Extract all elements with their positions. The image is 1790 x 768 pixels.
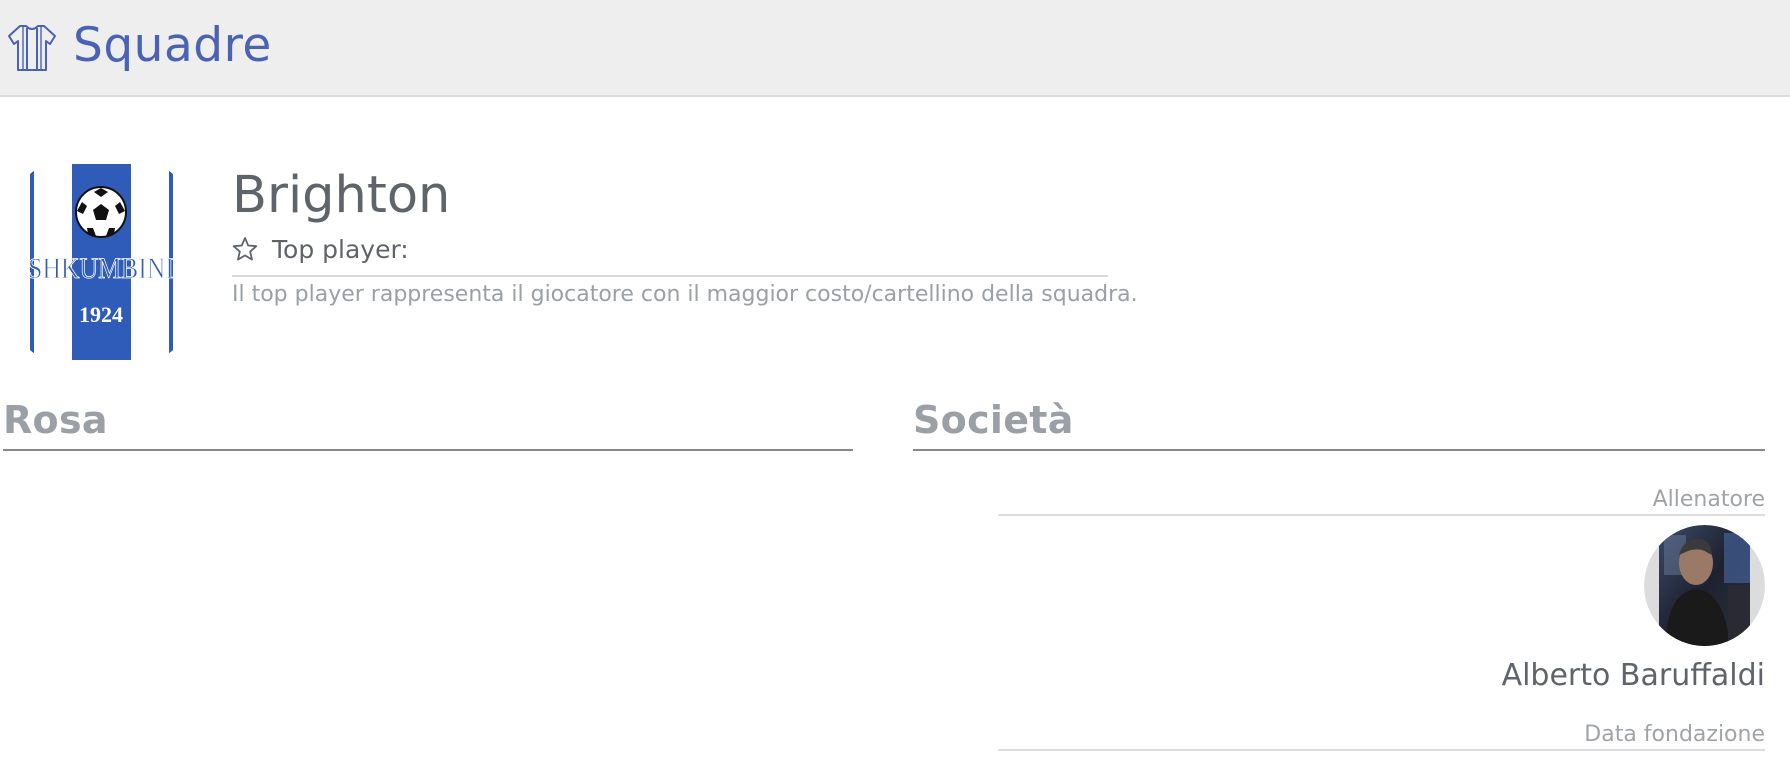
coach-label: Allenatore <box>1652 487 1765 512</box>
founded-divider <box>998 749 1765 751</box>
section-title-societa: Società <box>913 398 1074 442</box>
soccer-ball-icon <box>75 186 127 238</box>
svg-text:SHKUMBINI: SHKUMBINI <box>28 252 174 285</box>
top-player: Top player: <box>232 232 409 266</box>
section-divider-rosa <box>3 449 853 451</box>
team-logo: SHKUMBINI 1924 <box>24 164 179 360</box>
top-player-label: Top player: <box>272 234 409 264</box>
coach-divider <box>998 514 1765 516</box>
jersey-icon <box>8 25 56 71</box>
top-bar: Squadre <box>0 0 1790 97</box>
divider <box>232 275 1108 277</box>
coach-avatar <box>1644 525 1765 646</box>
section-title-rosa: Rosa <box>3 398 108 442</box>
page-title: Squadre <box>73 18 272 73</box>
section-divider-societa <box>913 449 1765 451</box>
founded-label: Data fondazione <box>1584 722 1765 747</box>
star-outline-icon <box>232 237 258 261</box>
svg-text:1924: 1924 <box>79 302 123 327</box>
team-name: Brighton <box>232 166 451 225</box>
top-player-note: Il top player rappresenta il giocatore c… <box>232 282 1138 307</box>
coach-name: Alberto Baruffaldi <box>1501 658 1765 693</box>
